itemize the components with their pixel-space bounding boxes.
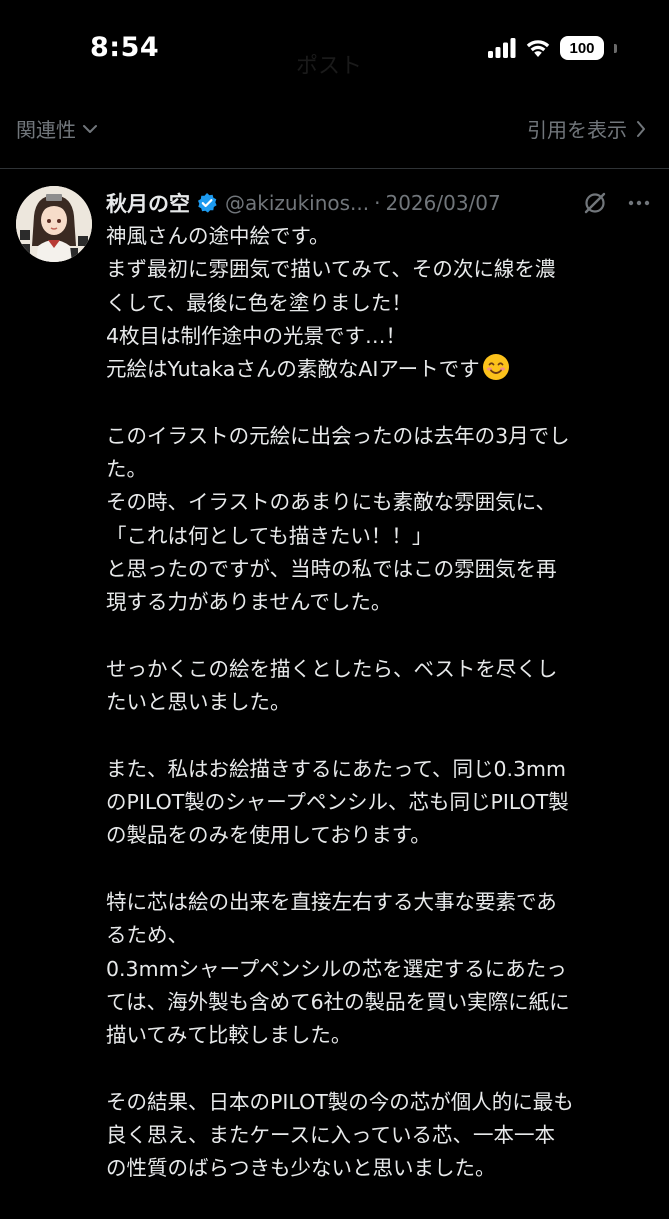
post-line: また、私はお絵描きするにあたって、同じ0.3mm [106, 756, 566, 781]
status-time: 8:54 [90, 32, 160, 63]
post-date[interactable]: 2026/03/07 [385, 191, 500, 215]
post-line: たいと思いました。 [106, 690, 291, 715]
avatar-illustration [16, 186, 92, 262]
post-line: その結果、日本のPILOT製の今の芯が個人的に最も [106, 1089, 574, 1114]
post-paragraph: 特に芯は絵の出来を直接左右する大事な要素であ るため、 0.3mmシャープペンシ… [106, 886, 654, 1052]
sort-relevance-dropdown[interactable]: 関連性 [16, 114, 98, 143]
post-line: くして、最後に色を塗りました！ [106, 290, 412, 315]
post-line: 0.3mmシャープペンシルの芯を選定するにあたっ [106, 956, 567, 981]
post-paragraph: 神風さんの途中絵です。 まず最初に雰囲気で描いてみて、その次に線を濃 くして、最… [106, 220, 654, 386]
post-line: 現する力がありませんでした。 [106, 590, 392, 615]
post-paragraph: せっかくこの絵を描くとしたら、ベストを尽くし たいと思いました。 [106, 653, 654, 720]
view-quotes-link[interactable]: 引用を表示 [527, 114, 647, 143]
separator-dot: · [374, 191, 381, 215]
divider [0, 168, 669, 169]
post-line: 神風さんの途中絵です。 [106, 224, 330, 248]
smiling-face-emoji-icon [482, 354, 509, 381]
battery-icon: 100 [560, 36, 604, 60]
post-line-with-emoji: 元絵はYutakaさんの素敵なAIアートです [106, 353, 654, 386]
chevron-right-icon [637, 120, 645, 137]
post-line: せっかくこの絵を描くとしたら、ベストを尽くし [106, 656, 558, 681]
sort-label: 関連性 [16, 118, 76, 142]
post-paragraph: また、私はお絵描きするにあたって、同じ0.3mm のPILOT製のシャープペンシ… [106, 753, 654, 853]
post-line: 特に芯は絵の出来を直接左右する大事な要素であ [106, 889, 557, 914]
post-line: 4枚目は制作途中の光景です…！ [106, 323, 407, 348]
post-line-text: 元絵はYutakaさんの素敵なAIアートです [106, 357, 480, 382]
post-line: の性質のばらつきも少ないと思いました。 [106, 1156, 496, 1181]
post-header: 秋月の空 @akizukinos... · 2026/03/07 [106, 186, 656, 220]
post-paragraph: このイラストの元絵に出会ったのは去年の3月でし た。 その時、イラストのあまりに… [106, 420, 654, 620]
post-line: 良く思え、またケースに入っている芯、一本一本 [106, 1123, 555, 1148]
post-line: と思ったのですが、当時の私ではこの雰囲気を再 [106, 556, 557, 581]
post-line: の製品をのみを使用しております。 [106, 823, 431, 848]
chevron-down-icon [83, 124, 97, 133]
post-line: のPILOT製のシャープペンシル、芯も同じPILOT製 [106, 790, 569, 815]
post-line: 描いてみて比較しました。 [106, 1023, 352, 1048]
wifi-icon [526, 40, 550, 57]
post-line: このイラストの元絵に出会ったのは去年の3月でし [106, 423, 570, 448]
user-handle[interactable]: @akizukinos... [225, 191, 369, 215]
avatar[interactable] [16, 186, 92, 262]
post-paragraph: その結果、日本のPILOT製の今の芯が個人的に最も 良く思え、またケースに入って… [106, 1086, 654, 1186]
verified-badge-icon [198, 193, 217, 213]
display-name[interactable]: 秋月の空 [106, 188, 190, 218]
post-line: 「これは何としても描きたい！！」 [106, 523, 433, 548]
post-line: その時、イラストのあまりにも素敵な雰囲気に、 [106, 490, 556, 515]
battery-level: 100 [569, 39, 595, 57]
quotes-label: 引用を表示 [527, 118, 627, 142]
grok-icon[interactable] [582, 190, 608, 216]
replies-toolbar: 関連性 引用を表示 [0, 106, 669, 150]
battery-nub [614, 43, 617, 53]
header-title-ghost: ポスト [296, 54, 363, 79]
more-options-icon[interactable] [626, 190, 652, 216]
post-text: 神風さんの途中絵です。 まず最初に雰囲気で描いてみて、その次に線を濃 くして、最… [106, 220, 654, 1219]
post-line: ては、海外製も含めて6社の製品を買い実際に紙に [106, 989, 570, 1014]
signal-icon [488, 38, 516, 58]
post-line: るため、 [106, 923, 188, 948]
post-line: まず最初に雰囲気で描いてみて、その次に線を濃 [106, 257, 556, 282]
status-bar: 8:54 ポスト 100 [0, 0, 669, 100]
post-line: た。 [106, 457, 147, 482]
status-icons: 100 [488, 36, 617, 60]
